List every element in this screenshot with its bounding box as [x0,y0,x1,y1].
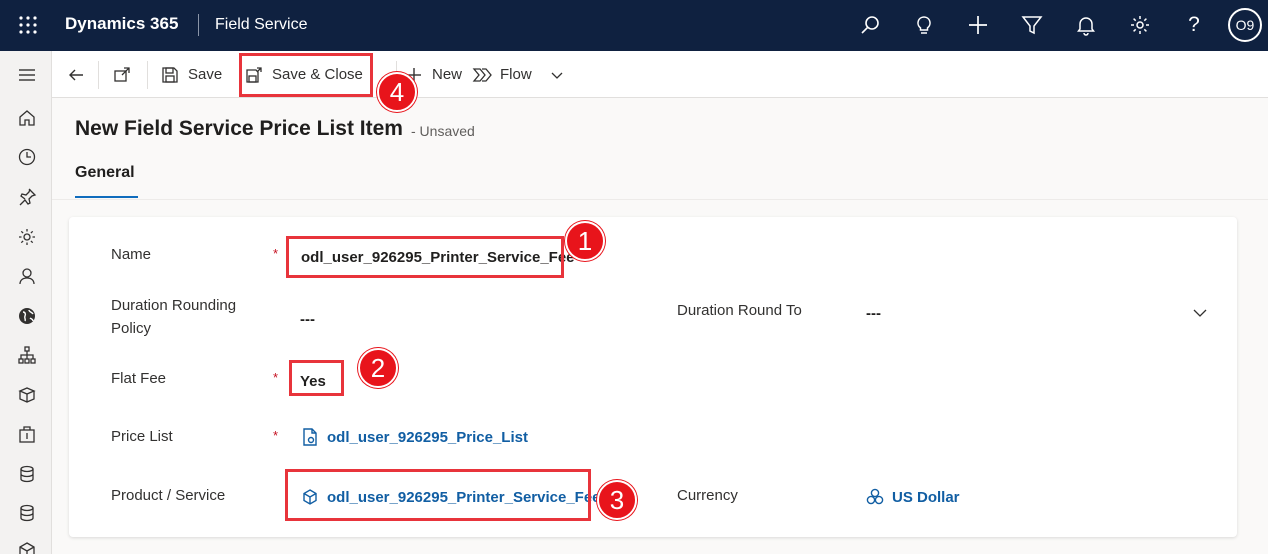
back-button[interactable] [66,51,94,98]
highlight-name-field [286,236,564,278]
avatar[interactable]: O9 [1228,8,1262,42]
help-icon[interactable]: ? [1182,13,1206,37]
save-label: Save [188,66,223,83]
chevron-down-icon[interactable] [550,68,564,82]
recent-icon[interactable] [16,146,38,168]
app-name[interactable]: Field Service [215,16,307,34]
flat-fee-label: Flat Fee [111,370,167,387]
database-icon[interactable] [16,463,38,485]
currency-icon [866,488,884,506]
person-icon[interactable] [16,265,38,287]
product-service-label: Product / Service [111,487,226,504]
divider [147,61,148,89]
settings-icon[interactable] [16,226,38,248]
duration-rounding-policy-field[interactable]: --- [300,311,315,328]
duration-round-to-field[interactable]: --- [866,305,881,322]
divider [198,14,199,36]
required-indicator: * [273,370,279,385]
price-list-label: Price List [111,428,173,445]
save-icon [160,65,180,85]
inventory-icon[interactable] [16,423,38,445]
save-button[interactable]: Save [160,51,222,98]
plus-icon[interactable] [966,13,990,37]
step-marker-2: 2 [358,348,398,388]
filter-icon[interactable] [1020,13,1044,37]
open-new-window-icon [112,65,132,85]
currency-lookup[interactable]: US Dollar [866,488,960,506]
save-status: - Unsaved [411,123,475,139]
document-icon [301,428,319,446]
back-arrow-icon [66,65,86,85]
flow-label: Flow [500,66,532,83]
highlight-product-service [285,469,591,521]
duration-round-to-label: Duration Round To [677,302,802,319]
cube-icon[interactable] [16,540,38,554]
flow-button[interactable]: Flow [472,51,564,98]
header-divider [52,199,1268,200]
price-list-lookup[interactable]: odl_user_926295_Price_List [301,428,528,446]
required-indicator: * [273,246,279,261]
search-icon[interactable] [858,13,882,37]
divider [98,61,99,89]
tab-general[interactable]: General [75,164,135,182]
required-indicator: * [273,428,279,443]
currency-value[interactable]: US Dollar [892,489,960,506]
step-marker-4: 4 [377,72,417,112]
step-marker-1: 1 [565,221,605,261]
duration-rounding-policy-label: Duration Rounding Policy [111,297,237,337]
flow-icon [472,65,492,85]
gear-icon[interactable] [1128,13,1152,37]
page-title: New Field Service Price List Item [75,117,403,140]
command-bar: Save Save & Close New Flow [52,51,1268,98]
active-tab-indicator [75,196,138,198]
name-label: Name [111,246,152,263]
highlight-flat-fee [289,360,344,396]
bell-icon[interactable] [1074,13,1098,37]
products-icon[interactable] [16,384,38,406]
chevron-down-icon[interactable] [1191,304,1209,322]
hamburger-icon[interactable] [16,64,38,86]
open-in-new-window-button[interactable] [112,51,140,98]
app-launcher-icon[interactable] [18,15,38,35]
home-icon[interactable] [16,107,38,129]
lightbulb-icon[interactable] [912,13,936,37]
brand-name[interactable]: Dynamics 365 [65,14,178,34]
left-navigation [0,51,52,554]
new-label: New [432,66,463,83]
pin-icon[interactable] [16,186,38,208]
price-list-value[interactable]: odl_user_926295_Price_List [327,429,528,446]
currency-label: Currency [677,487,738,504]
step-marker-3: 3 [597,480,637,520]
top-bar: Dynamics 365 Field Service ? O9 [0,0,1268,51]
hierarchy-icon[interactable] [16,344,38,366]
database-icon[interactable] [16,502,38,524]
highlight-save-and-close [239,53,373,97]
general-section [69,217,1237,537]
globe-icon[interactable] [16,305,38,327]
